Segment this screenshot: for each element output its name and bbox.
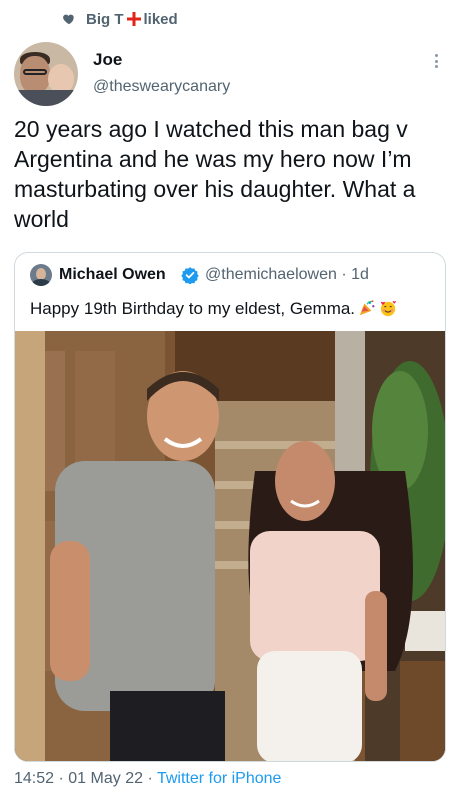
quoted-tweet-card[interactable]: Michael Owen @themichaelowen · 1d Happy … <box>14 252 446 762</box>
verified-badge-icon <box>181 267 199 284</box>
tweet-time[interactable]: 14:52 <box>14 770 54 787</box>
avatar[interactable] <box>14 42 78 106</box>
meta-separator: · <box>341 266 347 283</box>
man-arm <box>50 541 90 681</box>
author-handle[interactable]: @theswearycanary <box>93 78 230 96</box>
tweet-text: 20 years ago I watched this man bag v Ar… <box>14 116 416 232</box>
woman-arm <box>365 591 387 701</box>
tweet-meta: 14:52 · 01 May 22 · Twitter for iPhone <box>14 770 281 788</box>
liked-by-name[interactable]: Big T <box>86 11 124 28</box>
quoted-author-name[interactable]: Michael Owen <box>59 266 166 284</box>
liked-label: liked <box>143 10 178 28</box>
author-name[interactable]: Joe <box>93 50 122 70</box>
social-context: Big T liked <box>62 9 178 29</box>
quoted-text-row: Happy 19th Birthday to my eldest, Gemma. <box>30 299 397 319</box>
woman-top <box>250 531 380 661</box>
liked-by-label[interactable]: Big T liked <box>86 11 178 28</box>
avatar-glasses <box>23 69 47 75</box>
meta-separator: · <box>58 770 64 787</box>
avatar-shirt <box>14 90 78 106</box>
woman-trousers <box>257 651 362 761</box>
avatar-face-adult <box>20 56 50 94</box>
stair-step <box>215 441 355 449</box>
quoted-meta: @themichaelowen · 1d <box>205 266 369 284</box>
dot <box>434 54 438 57</box>
quoted-age[interactable]: 1d <box>351 266 369 283</box>
quoted-author-handle[interactable]: @themichaelowen <box>205 266 337 283</box>
quoted-avatar-body <box>32 279 50 286</box>
quoted-photo[interactable] <box>15 331 446 762</box>
plant-pot <box>405 611 445 651</box>
england-flag-icon <box>126 12 141 26</box>
more-options-icon[interactable] <box>429 52 443 70</box>
quoted-avatar[interactable] <box>30 264 52 286</box>
quoted-tweet-text: Happy 19th Birthday to my eldest, Gemma. <box>30 299 356 318</box>
side-table <box>400 661 445 761</box>
tweet-source-link[interactable]: Twitter for iPhone <box>157 770 282 787</box>
door-frame <box>15 331 45 761</box>
man-trousers <box>110 691 225 761</box>
woman-face <box>275 441 335 521</box>
dot <box>434 59 438 63</box>
tweet-date[interactable]: 01 May 22 <box>68 770 143 787</box>
smiling-face-with-hearts-icon <box>380 301 397 317</box>
dot <box>434 65 438 68</box>
meta-separator: · <box>147 770 153 787</box>
heart-icon <box>63 14 74 25</box>
party-popper-icon <box>359 300 375 316</box>
